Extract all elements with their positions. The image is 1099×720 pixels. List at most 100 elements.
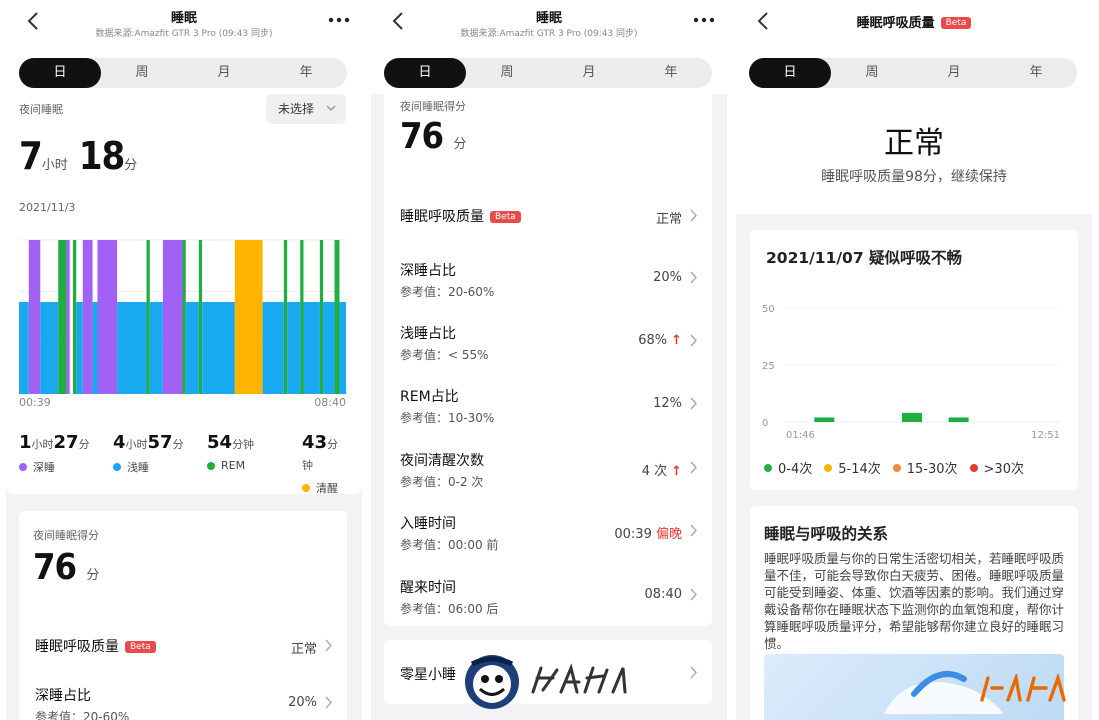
stat-label: 深睡 — [33, 461, 55, 474]
score: 76 分 — [400, 116, 466, 157]
tab-day[interactable]: 日 — [749, 58, 831, 88]
tab-year[interactable]: 年 — [630, 58, 712, 88]
stage-segment — [72, 240, 77, 394]
stage-segment — [97, 240, 118, 394]
row-breathing-quality[interactable]: 睡眠呼吸质量 Beta 正常 — [19, 614, 347, 674]
stage-segment — [28, 240, 41, 394]
tab-day[interactable]: 日 — [19, 58, 101, 88]
arrow-up-icon: ↑ — [671, 333, 682, 348]
stat-value: 54 — [207, 432, 233, 453]
stat-unit: 分 — [172, 438, 184, 451]
stage-segment — [82, 240, 93, 394]
row-deep-ratio[interactable]: 深睡占比 参考值：20-60% 20% — [19, 671, 347, 720]
sleep-day-panel: 睡眠 数据来源:Amazfit GTR 3 Pro (09:43 同步) 日 周… — [6, 0, 362, 720]
chart-end-time: 08:40 — [314, 396, 346, 409]
chevron-right-icon — [690, 524, 697, 537]
row-rem-ratio[interactable]: REM占比 参考值：10-30% 12% — [384, 372, 712, 432]
stage-segment — [234, 240, 263, 394]
legend-label: 15-30次 — [906, 462, 958, 477]
stat-unit: 小时 — [125, 438, 148, 451]
minutes-unit: 分 — [124, 158, 138, 173]
stat-deep: 1小时27分 深睡 — [19, 432, 90, 475]
tab-month[interactable]: 月 — [183, 58, 265, 88]
tab-week[interactable]: 周 — [101, 58, 183, 88]
tab-month[interactable]: 月 — [913, 58, 995, 88]
legend-label: 0-4次 — [778, 462, 813, 477]
green-dot-icon — [764, 463, 772, 472]
chevron-right-icon — [690, 334, 697, 347]
row-awake-count[interactable]: 夜间清醒次数 参考值：0-2 次 4 次 ↑ — [384, 436, 712, 496]
stage-segment — [334, 240, 340, 394]
row-reference: 参考值：06:00 后 — [400, 602, 499, 616]
relation-title: 睡眠与呼吸的关系 — [764, 525, 889, 543]
stage-stats: 1小时27分 深睡 4小时57分 浅睡 54分钟 REM 43分钟 清醒 — [19, 432, 349, 495]
stage-segment — [162, 240, 183, 394]
row-reference: 参考值：20-60% — [35, 710, 130, 720]
score-value: 76 — [400, 116, 444, 157]
stat-unit: 分钟 — [232, 438, 255, 451]
more-icon[interactable] — [326, 12, 352, 28]
more-icon[interactable] — [691, 12, 717, 28]
row-title: 深睡占比 — [400, 263, 456, 279]
data-source: 数据来源:Amazfit GTR 3 Pro (09:43 同步) — [95, 29, 273, 39]
score-unit: 分 — [453, 137, 467, 152]
legend-item: 5-14次 — [824, 458, 881, 477]
header: 睡眠 数据来源:Amazfit GTR 3 Pro (09:43 同步) — [6, 0, 362, 50]
row-light-ratio[interactable]: 浅睡占比 参考值：< 55% 68% ↑ — [384, 309, 712, 369]
event-bar — [902, 412, 923, 422]
legend-item: 0-4次 — [764, 458, 812, 477]
sleep-duration: 7小时 18分 — [19, 134, 137, 178]
stat-value: 57 — [147, 432, 173, 453]
stat-value: 1 — [19, 432, 32, 453]
row-bedtime[interactable]: 入睡时间 参考值：00:00 前 00:39 偏晚 — [384, 499, 712, 559]
late-flag: 偏晚 — [655, 527, 682, 542]
deep-dot-icon — [19, 463, 27, 471]
y-tick-label: 25 — [762, 361, 775, 372]
rem-dot-icon — [207, 461, 215, 470]
stat-label: 浅睡 — [127, 461, 149, 474]
stat-awake: 43分钟 清醒 — [302, 432, 349, 496]
row-value: 68% — [638, 333, 668, 348]
score-card: 夜间睡眠得分 76 分 睡眠呼吸质量 Beta 正常 深睡占比 参考值：20-60… — [19, 511, 347, 720]
stage-segment — [146, 240, 150, 394]
tab-day[interactable]: 日 — [384, 58, 466, 88]
stat-value: 4 — [113, 432, 126, 453]
stat-light: 4小时57分 浅睡 — [113, 432, 184, 475]
yellow-dot-icon — [824, 463, 833, 472]
select-dropdown[interactable]: 未选择 — [266, 94, 346, 124]
row-value: 正常 — [290, 642, 317, 657]
row-title: 夜间清醒次数 — [400, 453, 484, 469]
chevron-right-icon — [690, 666, 697, 679]
row-value: 00:39 — [614, 527, 652, 542]
period-tabs: 日 周 月 年 — [749, 58, 1077, 88]
stat-unit: 小时 — [31, 438, 54, 451]
arrow-up-icon: ↑ — [671, 464, 682, 479]
stat-unit: 分 — [78, 438, 90, 451]
chevron-right-icon — [690, 397, 697, 410]
row-wake-time[interactable]: 醒来时间 参考值：06:00 后 08:40 — [384, 563, 712, 623]
score-detail-card: 夜间睡眠得分 76 分 睡眠呼吸质量 Beta 正常 深睡占比 参考值：20-60… — [384, 90, 712, 626]
chevron-right-icon — [690, 271, 697, 284]
legend-label: >30次 — [983, 462, 1024, 477]
tab-week[interactable]: 周 — [831, 58, 913, 88]
tab-year[interactable]: 年 — [265, 58, 347, 88]
row-title: 睡眠呼吸质量 — [35, 639, 119, 655]
orange-dot-icon — [892, 463, 901, 472]
stage-segment — [323, 302, 335, 394]
row-reference: 参考值：10-30% — [400, 411, 495, 425]
tab-week[interactable]: 周 — [466, 58, 548, 88]
minutes-value: 18 — [78, 134, 126, 178]
tab-year[interactable]: 年 — [995, 58, 1077, 88]
chevron-right-icon — [690, 588, 697, 601]
stage-segment — [58, 240, 67, 394]
beta-badge: Beta — [490, 211, 521, 223]
event-bar — [948, 417, 969, 422]
row-breathing-quality[interactable]: 睡眠呼吸质量 Beta 正常 — [384, 184, 712, 244]
page-title: 睡眠 — [535, 11, 562, 26]
stat-value: 43 — [302, 432, 328, 453]
row-deep-ratio[interactable]: 深睡占比 参考值：20-60% 20% — [384, 246, 712, 306]
night-sleep-label: 夜间睡眠 — [19, 103, 63, 116]
tab-month[interactable]: 月 — [548, 58, 630, 88]
awake-dot-icon — [302, 484, 310, 492]
score-unit: 分 — [86, 568, 100, 583]
